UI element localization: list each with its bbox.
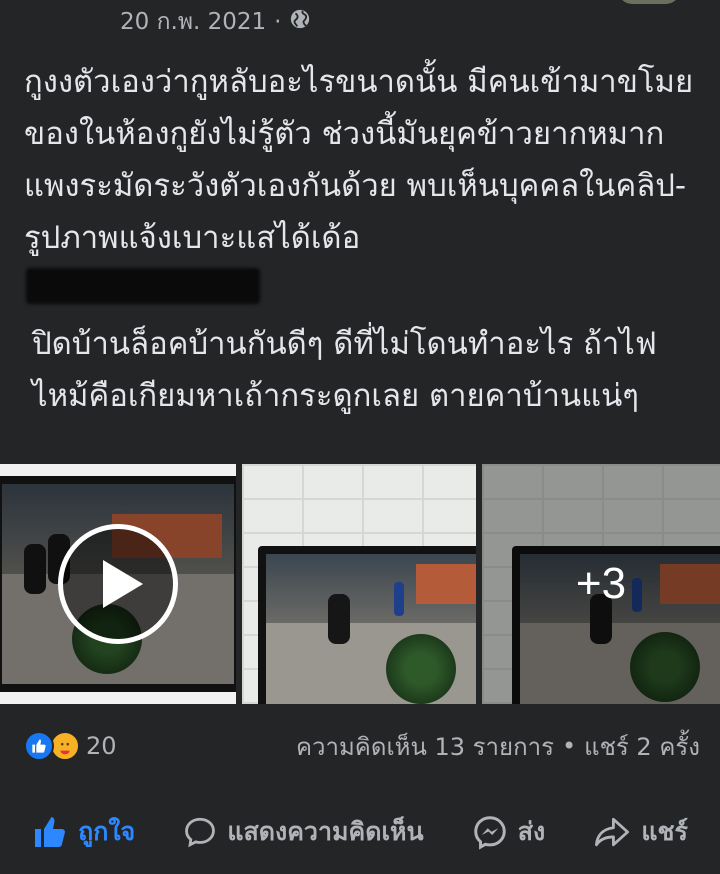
share-count[interactable]: แชร์ 2 ครั้ง: [584, 727, 700, 766]
avatar[interactable]: [618, 0, 680, 4]
post-stats: 20 ความคิดเห็น 13 รายการ • แชร์ 2 ครั้ง: [24, 726, 700, 766]
action-bar: ถูกใจ แสดงความคิดเห็น ส่ง แชร์: [0, 800, 720, 864]
play-icon: [103, 560, 143, 608]
comment-count[interactable]: ความคิดเห็น 13 รายการ: [296, 727, 554, 766]
post-text: กูงงตัวเองว่ากูหลับอะไรขนาดนั้น มีคนเข้า…: [24, 56, 704, 422]
comment-button[interactable]: แสดงความคิดเห็น: [183, 812, 424, 852]
share-arrow-icon: [593, 815, 631, 849]
media-grid: +3: [0, 464, 720, 704]
meta-separator: ·: [274, 9, 282, 35]
care-reaction-icon: [50, 731, 80, 761]
photo-thumbnail-more[interactable]: +3: [482, 464, 720, 704]
share-button[interactable]: แชร์: [593, 812, 688, 852]
photo-thumbnail[interactable]: [242, 464, 477, 704]
post-paragraph-2: ปิดบ้านล็อคบ้านกันดีๆ ดีที่ไม่โดนทำอะไร …: [32, 326, 657, 414]
globe-icon: [289, 8, 311, 36]
redacted-phone: 0874506257: [24, 264, 704, 312]
video-thumbnail[interactable]: [0, 464, 236, 704]
stats-dot: •: [562, 732, 577, 760]
post-paragraph-1: กูงงตัวเองว่ากูหลับอะไรขนาดนั้น มีคนเข้า…: [24, 64, 694, 256]
comment-label: แสดงความคิดเห็น: [227, 817, 424, 846]
comment-bubble-icon: [183, 815, 217, 849]
play-button[interactable]: [58, 524, 178, 644]
post-date[interactable]: 20 ก.พ. 2021: [120, 4, 266, 40]
thumbs-up-icon: [32, 814, 68, 850]
like-label: ถูกใจ: [78, 817, 136, 846]
redaction-scribble: [26, 268, 260, 304]
more-photos-overlay[interactable]: +3: [482, 464, 720, 704]
more-photos-count: +3: [575, 559, 627, 608]
send-button[interactable]: ส่ง: [472, 812, 545, 852]
send-label: ส่ง: [517, 817, 546, 846]
like-button[interactable]: ถูกใจ: [32, 812, 135, 852]
like-reaction-icon: [24, 731, 54, 761]
reactions-summary[interactable]: 20: [24, 731, 117, 761]
messenger-icon: [472, 814, 508, 850]
share-label: แชร์: [641, 817, 688, 846]
reaction-count: 20: [86, 732, 117, 760]
post-meta: 20 ก.พ. 2021 ·: [120, 4, 311, 40]
